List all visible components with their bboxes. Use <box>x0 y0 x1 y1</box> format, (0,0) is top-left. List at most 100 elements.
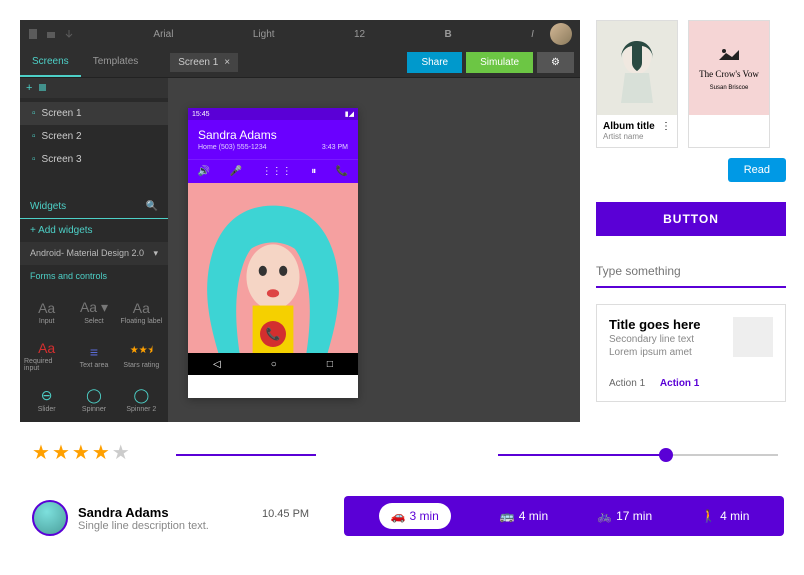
tab-screens[interactable]: Screens <box>20 48 81 77</box>
widget-stars[interactable]: ★★⯨Stars rating <box>119 335 164 377</box>
file-icon[interactable] <box>28 29 38 39</box>
phone-statusbar: 15:45▮◢ <box>188 108 358 120</box>
star-icon: ★ <box>72 440 90 465</box>
search-icon[interactable]: 🔍 <box>146 201 158 212</box>
copy-icon[interactable] <box>38 84 48 92</box>
mute-icon[interactable]: 🎤 <box>230 166 242 177</box>
right-column: Album titleArtist name ⋮ The Crow's Vow … <box>596 20 786 402</box>
star-icon: ★ <box>92 440 110 465</box>
walk-icon: 🚶 <box>701 509 716 523</box>
slider-thumb[interactable] <box>659 448 673 462</box>
bus-icon: 🚌 <box>500 509 515 523</box>
widget-input[interactable]: AaInput <box>24 291 69 333</box>
sidebar-tools: + <box>20 78 168 98</box>
home-icon[interactable]: ○ <box>271 359 277 370</box>
transit-bus[interactable]: 🚌4 min <box>500 509 548 523</box>
recent-icon[interactable]: □ <box>327 359 333 370</box>
screen-item[interactable]: ▫Screen 1 <box>20 102 168 125</box>
user-subtitle: Single line description text. <box>78 520 209 532</box>
widgets-header: Widgets🔍 <box>20 195 168 219</box>
italic-icon[interactable]: I <box>531 29 534 40</box>
transit-bar: 🚗3 min 🚌4 min 🚲17 min 🚶4 min <box>344 496 784 536</box>
album-card[interactable]: Album titleArtist name ⋮ <box>596 20 678 148</box>
card-row: Album titleArtist name ⋮ The Crow's Vow … <box>596 20 786 148</box>
transit-walk[interactable]: 🚶4 min <box>701 509 749 523</box>
widget-slider[interactable]: ⊖Slider <box>24 379 69 421</box>
dialpad-icon[interactable]: ⋮⋮⋮ <box>262 166 292 177</box>
sub-toolbar: Screens Templates Screen 1× Share Simula… <box>20 48 580 78</box>
settings-button[interactable]: ⚙ <box>537 52 574 73</box>
pause-icon[interactable]: ⏸ <box>311 166 316 177</box>
text-input[interactable] <box>596 256 786 288</box>
screen-item[interactable]: ▫Screen 3 <box>20 148 168 171</box>
read-button[interactable]: Read <box>728 158 786 182</box>
chevron-down-icon: ▾ <box>153 248 158 259</box>
hangup-button[interactable]: 📞 <box>260 321 286 347</box>
font-weight[interactable]: Light <box>253 29 275 40</box>
car-icon: 🚗 <box>391 509 406 523</box>
widgets-grid: AaInput Aa ▾Select AaFloating label AaRe… <box>20 287 168 425</box>
primary-button[interactable]: BUTTON <box>596 202 786 236</box>
list-tile[interactable]: Title goes here Secondary line text Lore… <box>596 304 786 402</box>
user-avatar[interactable] <box>550 23 572 45</box>
artist-name: Artist name <box>603 132 655 141</box>
star-icon: ★ <box>112 440 130 465</box>
star-rating[interactable]: ★ ★ ★ ★ ★ <box>32 440 130 465</box>
caller-number: Home (503) 555-1234 <box>198 144 267 151</box>
user-timestamp: 10.45 PM <box>262 508 309 520</box>
book-author: Susan Briscoe <box>710 85 749 91</box>
album-title: Album title <box>603 121 655 132</box>
tab-templates[interactable]: Templates <box>81 48 151 77</box>
canvas-area[interactable]: 15:45▮◢ Sandra Adams Home (503) 555-1234… <box>168 78 580 422</box>
slider[interactable] <box>498 448 778 462</box>
phone-mockup[interactable]: 15:45▮◢ Sandra Adams Home (503) 555-1234… <box>188 108 358 398</box>
transit-bike[interactable]: 🚲17 min <box>597 509 652 523</box>
simulate-button[interactable]: Simulate <box>466 52 533 73</box>
tile-thumbnail <box>733 317 773 357</box>
book-title: The Crow's Vow <box>699 69 759 79</box>
speaker-icon[interactable]: 🔊 <box>198 166 210 177</box>
widget-spinner2[interactable]: ◯Spinner 2 <box>119 379 164 421</box>
download-icon[interactable] <box>64 29 74 39</box>
add-icon[interactable]: + <box>26 82 32 94</box>
widget-required[interactable]: AaRequired input <box>24 335 69 377</box>
book-cover: The Crow's Vow Susan Briscoe <box>689 21 769 115</box>
more-icon[interactable]: ⋮ <box>661 121 671 141</box>
widget-category[interactable]: Android- Material Design 2.0▾ <box>20 242 168 265</box>
tile-action-1[interactable]: Action 1 <box>609 378 645 389</box>
widget-spinner[interactable]: ◯Spinner <box>71 379 116 421</box>
user-avatar <box>32 500 68 536</box>
book-card[interactable]: The Crow's Vow Susan Briscoe <box>688 20 770 148</box>
font-name[interactable]: Arial <box>153 29 173 40</box>
star-icon: ★ <box>52 440 70 465</box>
call-actions: 🔊 🎤 ⋮⋮⋮ ⏸ 📞 <box>188 159 358 183</box>
progress-line[interactable] <box>176 454 316 456</box>
add-call-icon[interactable]: 📞 <box>336 166 348 177</box>
star-icon: ★ <box>32 440 50 465</box>
prototype-editor: Arial Light 12 B I Screens Templates Scr… <box>20 20 580 422</box>
screen-item[interactable]: ▫Screen 2 <box>20 125 168 148</box>
caller-photo: 📞 <box>188 183 358 353</box>
add-widgets-button[interactable]: + Add widgets <box>20 219 168 242</box>
call-duration: 3:43 PM <box>322 144 348 151</box>
caller-name: Sandra Adams <box>198 128 348 142</box>
font-size[interactable]: 12 <box>354 29 365 40</box>
canvas-tab[interactable]: Screen 1× <box>170 53 238 72</box>
left-sidebar: + ▫Screen 1 ▫Screen 2 ▫Screen 3 Widgets🔍… <box>20 78 168 422</box>
close-icon[interactable]: × <box>224 57 230 68</box>
widget-subcategory[interactable]: Forms and controls <box>20 265 168 287</box>
tile-action-2[interactable]: Action 1 <box>660 378 699 389</box>
back-icon[interactable]: ◁ <box>213 359 221 370</box>
bold-icon[interactable]: B <box>445 29 452 40</box>
user-name: Sandra Adams <box>78 505 209 520</box>
widget-textarea[interactable]: ≡Text area <box>71 335 116 377</box>
user-list-item[interactable]: Sandra Adams Single line description tex… <box>32 500 209 536</box>
widget-select[interactable]: Aa ▾Select <box>71 291 116 333</box>
album-art <box>597 21 677 115</box>
widget-floating-label[interactable]: AaFloating label <box>119 291 164 333</box>
open-icon[interactable] <box>46 29 56 39</box>
call-header: Sandra Adams Home (503) 555-1234 3:43 PM <box>188 120 358 159</box>
bike-icon: 🚲 <box>597 509 612 523</box>
transit-car[interactable]: 🚗3 min <box>379 503 451 529</box>
share-button[interactable]: Share <box>407 52 462 73</box>
